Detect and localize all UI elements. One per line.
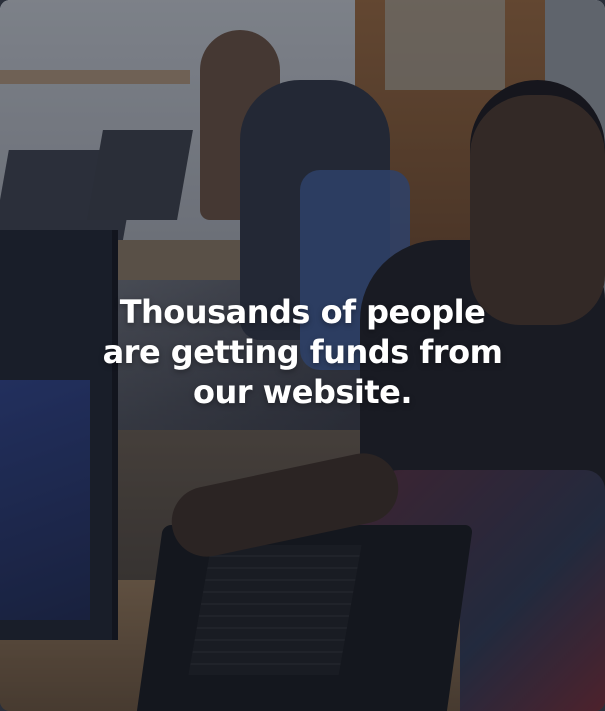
hero-image-card: Thousands of people are getting funds fr… (0, 0, 605, 711)
hero-headline: Thousands of people are getting funds fr… (102, 293, 503, 411)
